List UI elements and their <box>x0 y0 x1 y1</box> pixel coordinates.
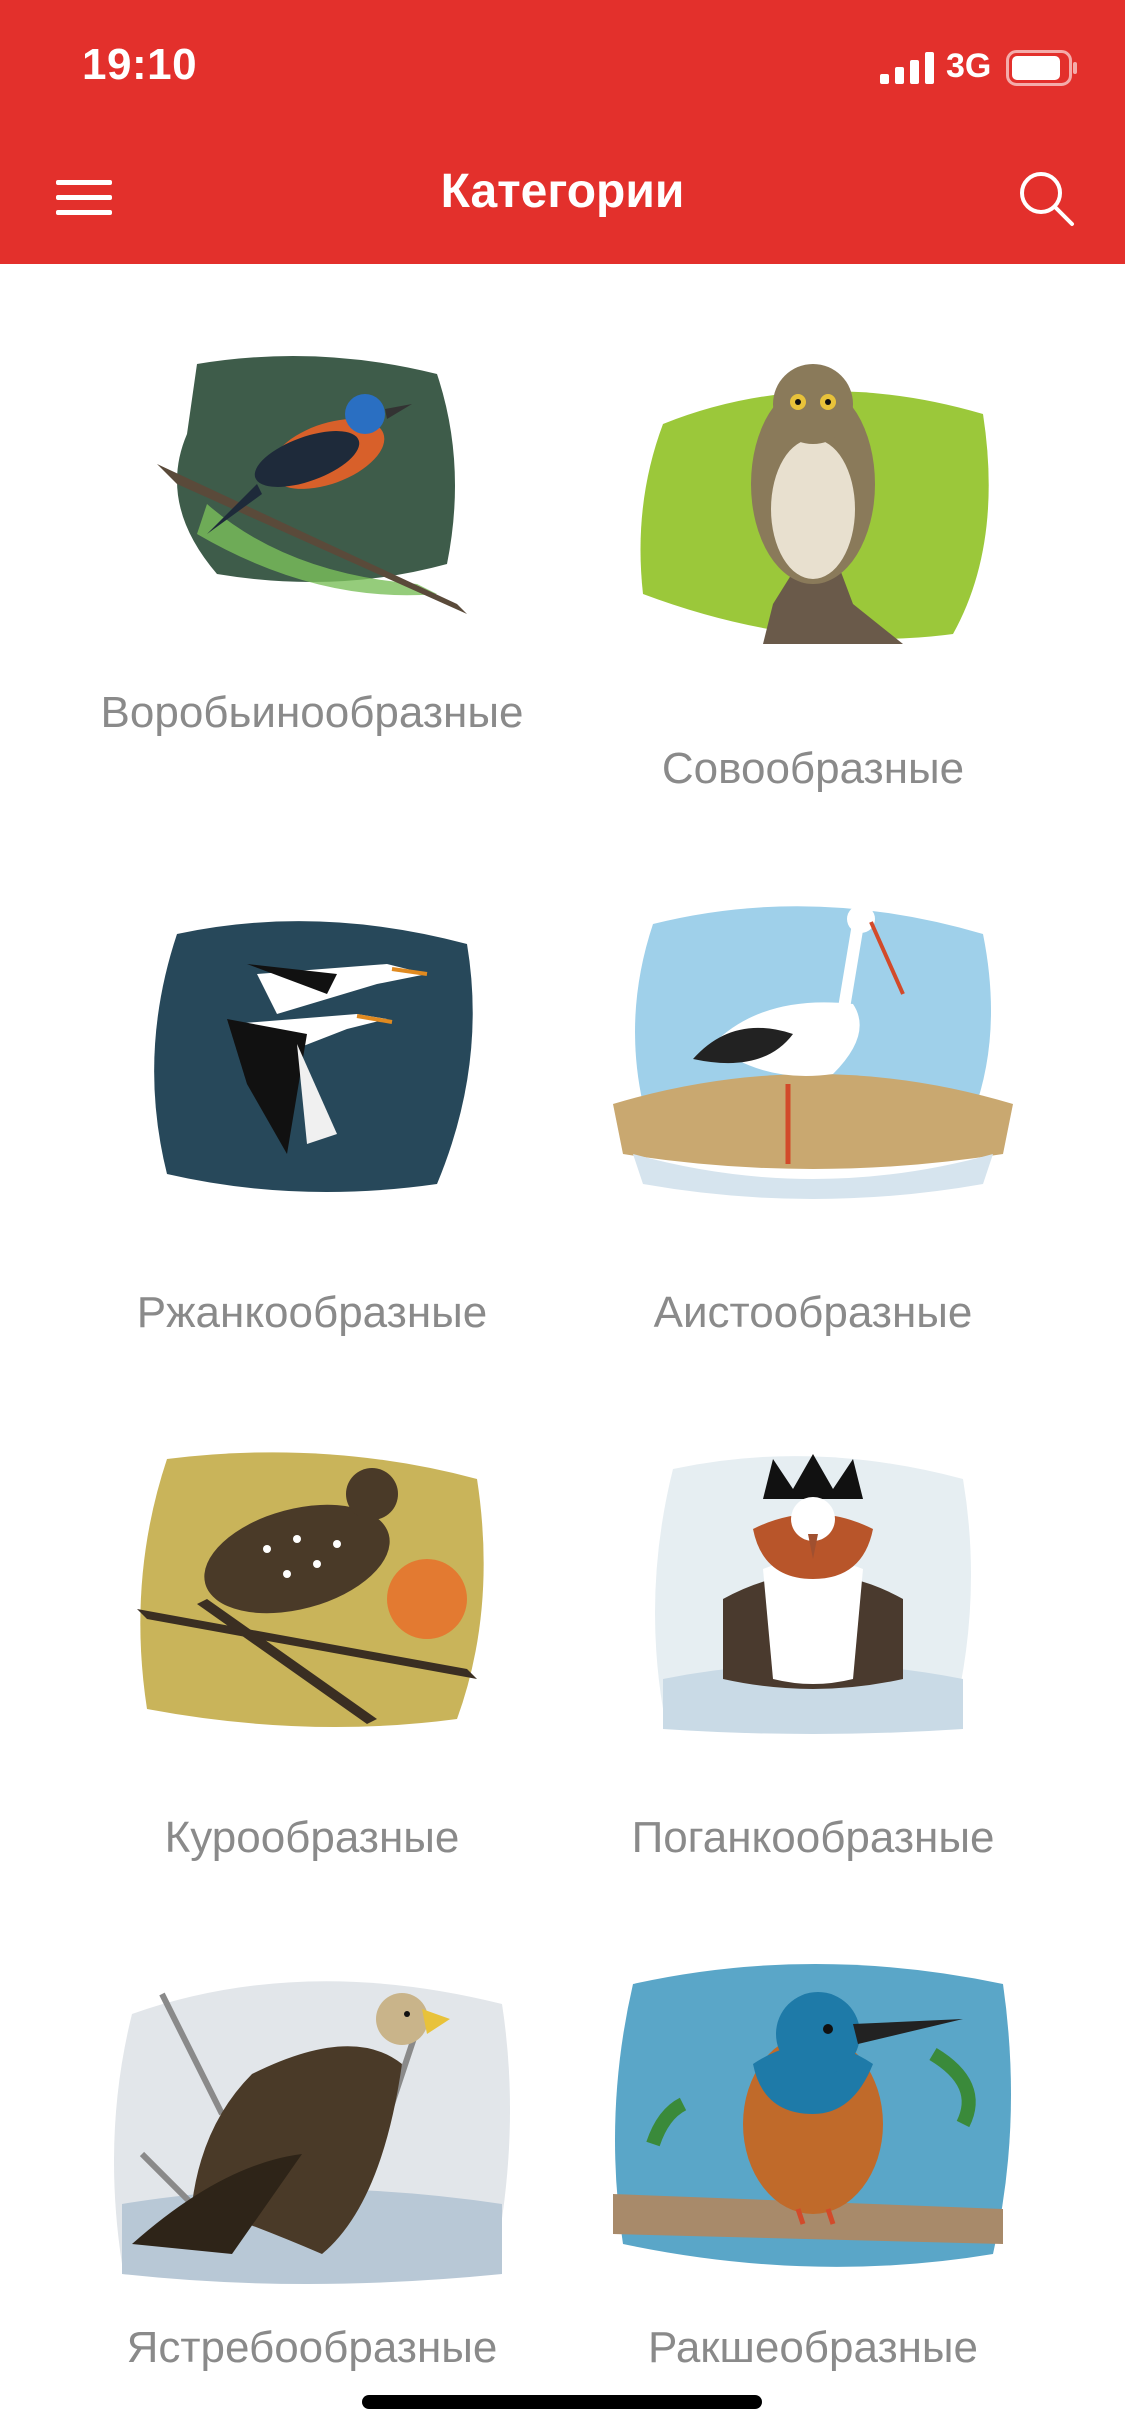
kingfisher-illustration <box>613 1964 1011 2267</box>
home-indicator <box>362 2395 762 2409</box>
page-title: Категории <box>440 165 685 218</box>
category-item[interactable]: Ржанкообразные <box>62 904 562 1384</box>
status-time: 19:10 <box>82 40 198 89</box>
category-item[interactable]: Воробьинообразные <box>62 344 562 824</box>
category-item[interactable]: Аистообразные <box>563 884 1063 1384</box>
header: 19:10 3G Категории <box>0 0 1125 264</box>
category-label: Ржанкообразные <box>136 1288 488 1337</box>
grebe-illustration <box>655 1454 971 1734</box>
categories-screen: 19:10 3G Категории Воробьинообразные Сов… <box>0 0 1125 2436</box>
category-label: Совообразные <box>661 744 965 793</box>
category-label: Поганкообразные <box>631 1813 995 1862</box>
owl-illustration <box>640 364 989 644</box>
signal-icon <box>880 52 934 84</box>
search-icon <box>1020 172 1074 226</box>
category-label: Ракшеобразные <box>647 2323 979 2372</box>
menu-button[interactable] <box>48 162 120 234</box>
menu-icon <box>56 180 112 215</box>
sparrow-illustration <box>157 356 467 614</box>
eagle-illustration <box>114 1981 510 2284</box>
category-label: Воробьинообразные <box>100 688 524 737</box>
navbar: Категории <box>0 132 1125 264</box>
category-item[interactable]: Ястребообразные <box>62 1954 562 2436</box>
network-label: 3G <box>946 47 992 85</box>
category-label: Курообразные <box>164 1813 460 1862</box>
category-label: Аистообразные <box>653 1288 973 1337</box>
category-item[interactable]: Ракшеобразные <box>563 1944 1063 2436</box>
category-item[interactable]: Курообразные <box>62 1439 562 1919</box>
battery-icon <box>1006 50 1077 86</box>
grouse-illustration <box>137 1452 484 1727</box>
category-grid: Воробьинообразные Совообразные Ржанкообр… <box>0 264 1125 2436</box>
oystercatcher-illustration <box>154 921 473 1192</box>
status-bar: 19:10 3G <box>0 0 1125 132</box>
category-item[interactable]: Совообразные <box>563 344 1063 824</box>
stork-illustration <box>613 905 1013 1199</box>
category-item[interactable]: Поганкообразные <box>563 1439 1063 1919</box>
search-button[interactable] <box>1010 162 1082 234</box>
category-label: Ястребообразные <box>126 2323 498 2372</box>
